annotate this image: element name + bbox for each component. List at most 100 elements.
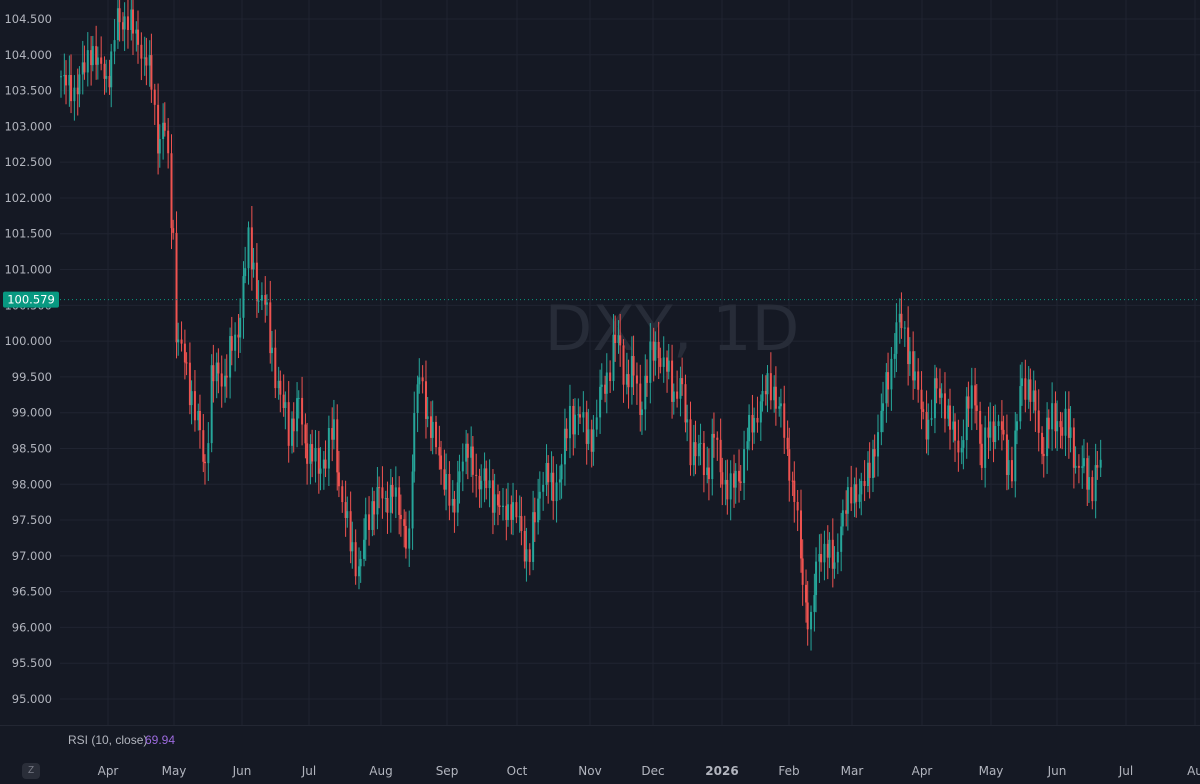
candle-body[interactable] bbox=[1019, 386, 1022, 422]
candle-body[interactable] bbox=[126, 16, 129, 30]
candle-body[interactable] bbox=[595, 417, 598, 430]
candle-body[interactable] bbox=[957, 440, 960, 453]
candle-body[interactable] bbox=[582, 412, 585, 418]
candle-body[interactable] bbox=[458, 471, 461, 483]
candle-body[interactable] bbox=[783, 403, 786, 438]
candle-body[interactable] bbox=[230, 336, 233, 351]
candle-body[interactable] bbox=[533, 512, 536, 523]
candle-body[interactable] bbox=[244, 268, 247, 277]
candle-body[interactable] bbox=[766, 373, 769, 395]
candle-body[interactable] bbox=[1094, 465, 1097, 502]
candle-body[interactable] bbox=[622, 345, 625, 385]
candle-body[interactable] bbox=[954, 421, 957, 441]
candle-body[interactable] bbox=[984, 427, 987, 468]
candle-body[interactable] bbox=[702, 443, 705, 476]
candle-body[interactable] bbox=[319, 468, 322, 474]
candle-body[interactable] bbox=[1037, 410, 1040, 433]
candle-body[interactable] bbox=[619, 335, 622, 346]
candle-body[interactable] bbox=[373, 501, 376, 515]
candle-body[interactable] bbox=[880, 410, 883, 433]
candle-body[interactable] bbox=[528, 549, 531, 562]
candle-body[interactable] bbox=[753, 417, 756, 433]
candle-body[interactable] bbox=[699, 443, 702, 445]
candle-body[interactable] bbox=[376, 487, 379, 515]
candle-body[interactable] bbox=[60, 76, 62, 78]
candle-body[interactable] bbox=[358, 566, 361, 577]
candle-body[interactable] bbox=[364, 514, 367, 540]
candle-body[interactable] bbox=[609, 372, 612, 382]
candle-body[interactable] bbox=[381, 487, 384, 499]
candle-body[interactable] bbox=[1059, 421, 1062, 428]
candle-body[interactable] bbox=[193, 391, 196, 421]
candle-body[interactable] bbox=[418, 377, 421, 385]
candle-body[interactable] bbox=[202, 430, 205, 462]
candle-body[interactable] bbox=[761, 390, 764, 402]
candle-body[interactable] bbox=[1077, 465, 1080, 468]
candle-body[interactable] bbox=[496, 494, 499, 506]
rsi-indicator-pane[interactable]: RSI (10, close) 69.94 bbox=[0, 725, 1200, 760]
candle-body[interactable] bbox=[877, 432, 880, 457]
candle-body[interactable] bbox=[801, 558, 804, 585]
candle-body[interactable] bbox=[336, 419, 339, 473]
candle-body[interactable] bbox=[979, 410, 982, 444]
candle-body[interactable] bbox=[140, 44, 143, 59]
candle-body[interactable] bbox=[398, 487, 401, 515]
candle-body[interactable] bbox=[212, 365, 215, 382]
candle-body[interactable] bbox=[1042, 453, 1045, 457]
candle-body[interactable] bbox=[306, 443, 309, 464]
candle-body[interactable] bbox=[65, 74, 68, 86]
candle-body[interactable] bbox=[512, 502, 515, 520]
candle-body[interactable] bbox=[274, 347, 277, 389]
candle-body[interactable] bbox=[270, 347, 273, 354]
candle-body[interactable] bbox=[927, 419, 930, 440]
candle-body[interactable] bbox=[815, 561, 818, 596]
candle-body[interactable] bbox=[645, 375, 648, 383]
candle-body[interactable] bbox=[435, 421, 438, 448]
candle-body[interactable] bbox=[614, 334, 617, 343]
candle-body[interactable] bbox=[592, 429, 595, 452]
candle-body[interactable] bbox=[198, 410, 201, 431]
candle-body[interactable] bbox=[131, 9, 134, 34]
candle-body[interactable] bbox=[1051, 403, 1054, 430]
candle-body[interactable] bbox=[778, 406, 781, 409]
candle-body[interactable] bbox=[471, 446, 474, 475]
candle-body[interactable] bbox=[989, 421, 992, 438]
candle-body[interactable] bbox=[940, 393, 943, 398]
candle-body[interactable] bbox=[681, 378, 684, 385]
candle-body[interactable] bbox=[920, 389, 923, 410]
candle-body[interactable] bbox=[793, 480, 796, 502]
candle-body[interactable] bbox=[403, 519, 406, 526]
candle-body[interactable] bbox=[1074, 465, 1077, 468]
candle-body[interactable] bbox=[311, 444, 314, 462]
candle-body[interactable] bbox=[314, 447, 317, 462]
candle-body[interactable] bbox=[721, 472, 724, 485]
candle-body[interactable] bbox=[252, 262, 255, 270]
candle-body[interactable] bbox=[180, 339, 183, 344]
candle-body[interactable] bbox=[153, 89, 156, 105]
candle-body[interactable] bbox=[424, 381, 427, 419]
candle-body[interactable] bbox=[697, 443, 700, 457]
candle-body[interactable] bbox=[145, 57, 148, 66]
candle-body[interactable] bbox=[225, 375, 228, 378]
candle-body[interactable] bbox=[421, 377, 424, 382]
candle-body[interactable] bbox=[667, 360, 670, 372]
candle-body[interactable] bbox=[873, 449, 876, 457]
candle-body[interactable] bbox=[515, 502, 518, 518]
candle-body[interactable] bbox=[743, 449, 746, 484]
candle-body[interactable] bbox=[1072, 427, 1075, 468]
candle-body[interactable] bbox=[368, 514, 371, 530]
candle-body[interactable] bbox=[297, 397, 300, 399]
candle-body[interactable] bbox=[408, 528, 411, 549]
candle-body[interactable] bbox=[689, 419, 692, 466]
candle-body[interactable] bbox=[759, 401, 762, 423]
candle-body[interactable] bbox=[855, 484, 858, 502]
candle-body[interactable] bbox=[734, 470, 737, 488]
candle-body[interactable] bbox=[363, 539, 366, 559]
candle-body[interactable] bbox=[860, 481, 863, 495]
candle-body[interactable] bbox=[137, 29, 140, 45]
time-zone-button[interactable]: Z bbox=[22, 763, 40, 779]
candle-body[interactable] bbox=[170, 153, 173, 229]
candle-body[interactable] bbox=[301, 397, 304, 425]
candle-body[interactable] bbox=[552, 472, 555, 502]
candle-body[interactable] bbox=[203, 461, 206, 464]
